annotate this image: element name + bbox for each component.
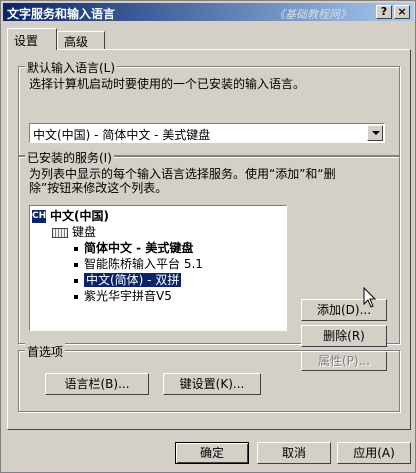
- group-label: 首选项: [25, 343, 66, 360]
- group-label: 已安装的服务(I): [25, 149, 114, 166]
- selected-language: 中文(中国) - 简体中文 - 美式键盘: [33, 128, 211, 142]
- tree-item[interactable]: 紫光华宇拼音V5: [74, 289, 172, 303]
- dialog-window: 文字服务和输入语言 《基础教程网》 ? × 设置 高级 默认输入语言(L) 选择…: [0, 0, 416, 473]
- default-language-group: 默认输入语言(L) 选择计算机启动时要使用的一个已安装的输入语言。 中文(中国)…: [18, 59, 400, 156]
- bullet-icon: [74, 262, 78, 267]
- tab-label: 设置: [14, 34, 39, 48]
- ok-button[interactable]: 确定: [175, 442, 249, 464]
- close-icon: ×: [397, 5, 407, 18]
- language-label: 中文(中国): [50, 209, 109, 223]
- help-icon: ?: [380, 5, 388, 18]
- chevron-down-icon[interactable]: [367, 125, 383, 141]
- tree-item-selected[interactable]: 中文(简体) - 双拼: [74, 273, 182, 287]
- watermark-text: 《基础教程网》: [274, 8, 351, 21]
- key-settings-button[interactable]: 键设置(K)...: [163, 373, 261, 395]
- apply-button[interactable]: 应用(A): [337, 442, 411, 464]
- close-button[interactable]: ×: [394, 5, 410, 19]
- bullet-icon: [74, 246, 78, 251]
- tab-settings[interactable]: 设置: [7, 28, 57, 50]
- installed-services-group: 已安装的服务(I) 为列表中显示的每个输入语言选择服务。使用“添加”和“删 除”…: [18, 149, 400, 371]
- language-bar-button[interactable]: 语言栏(B)...: [45, 373, 149, 395]
- keyboard-label: 键盘: [72, 225, 97, 239]
- tab-advanced[interactable]: 高级: [57, 31, 105, 49]
- cancel-button[interactable]: 取消: [257, 442, 331, 464]
- preferences-group: 首选项 语言栏(B)... 键设置(K)...: [18, 343, 400, 412]
- tab-label: 高级: [64, 35, 89, 49]
- help-button[interactable]: ?: [376, 5, 392, 19]
- group-label: 默认输入语言(L): [25, 59, 118, 76]
- title-bar[interactable]: 文字服务和输入语言 《基础教程网》 ? ×: [3, 3, 413, 21]
- tree-item[interactable]: 智能陈桥输入平台 5.1: [74, 257, 203, 271]
- tree-item[interactable]: 简体中文 - 美式键盘: [74, 241, 193, 255]
- tab-panel: 默认输入语言(L) 选择计算机启动时要使用的一个已安装的输入语言。 中文(中国)…: [7, 49, 411, 430]
- language-badge-icon: CH: [32, 210, 47, 223]
- tree-language-node[interactable]: CH 中文(中国): [32, 209, 109, 223]
- default-language-description: 选择计算机启动时要使用的一个已安装的输入语言。: [29, 77, 306, 91]
- default-language-select[interactable]: 中文(中国) - 简体中文 - 美式键盘: [29, 123, 385, 143]
- services-description-line1: 为列表中显示的每个输入语言选择服务。使用“添加”和“删: [29, 167, 336, 181]
- bullet-icon: [74, 278, 78, 283]
- tree-keyboard-node[interactable]: 键盘: [52, 225, 96, 239]
- window-title: 文字服务和输入语言: [7, 7, 116, 21]
- keyboard-icon: [52, 227, 68, 238]
- services-tree[interactable]: CH 中文(中国) 键盘 简体中文 - 美式键盘 智能陈桥输入平台 5.1 中文(…: [29, 205, 287, 331]
- services-description-line2: 除”按钮来修改这个列表。: [29, 181, 168, 195]
- remove-button[interactable]: 删除(R): [301, 325, 387, 347]
- mouse-cursor-icon: [363, 287, 377, 308]
- bullet-icon: [74, 294, 78, 299]
